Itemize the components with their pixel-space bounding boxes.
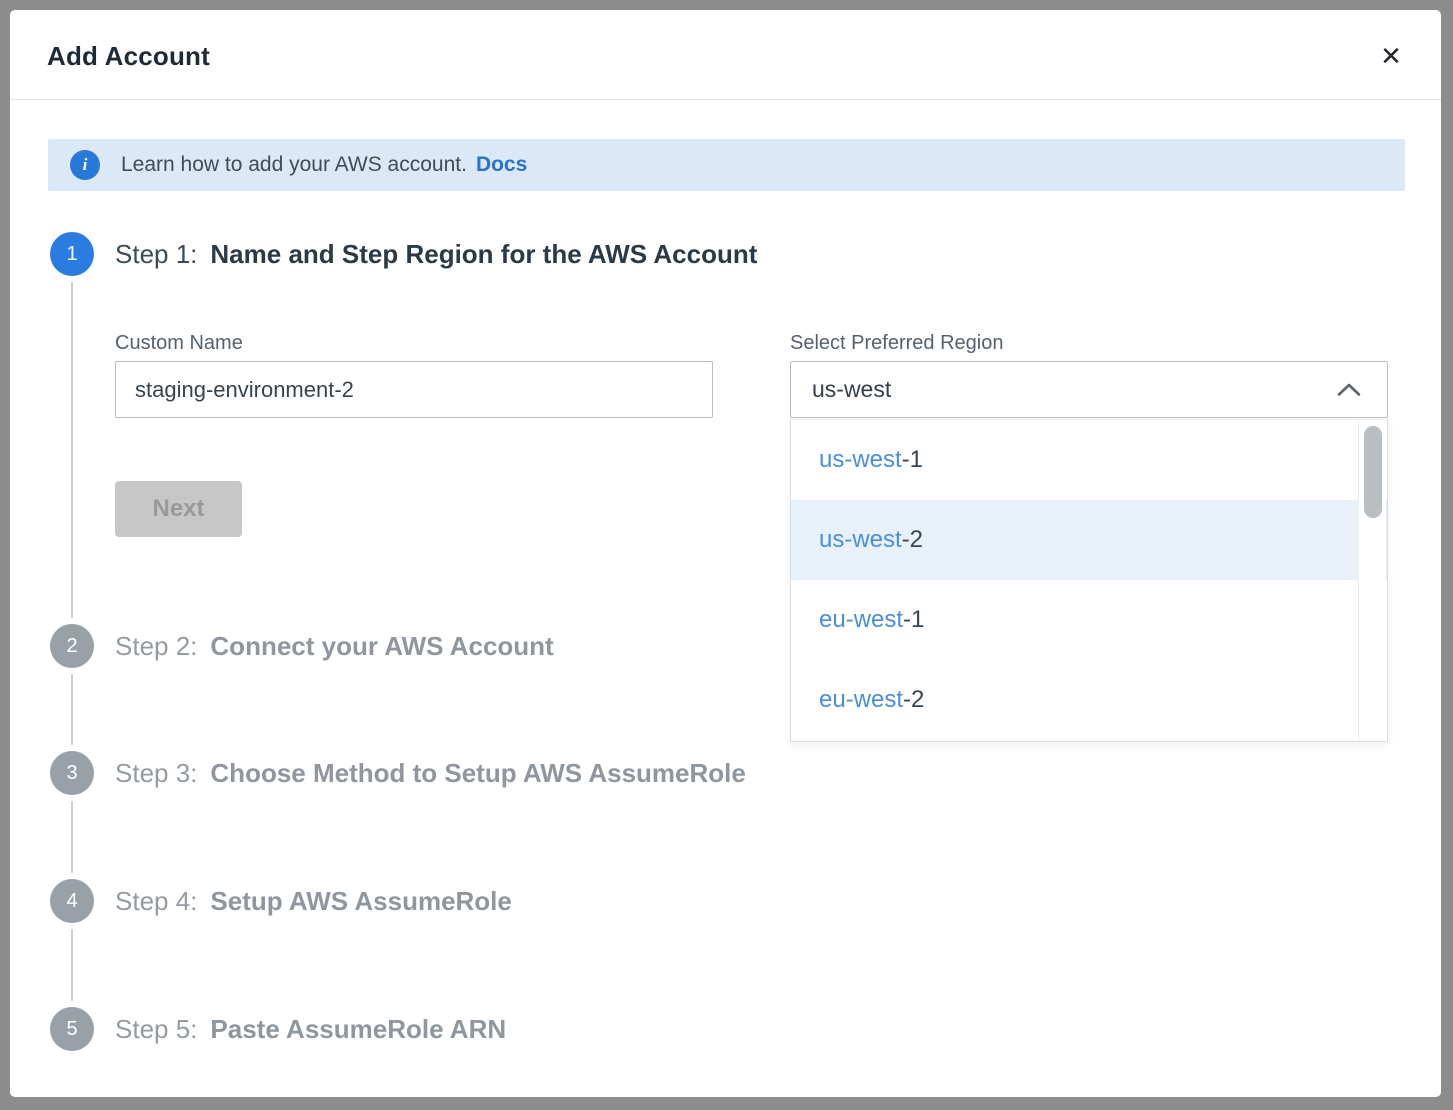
option-suffix-text: -1 (902, 446, 923, 474)
step-name: Connect your AWS Account (210, 631, 553, 661)
step-row-2: 2 Step 2: Connect your AWS Account (50, 624, 554, 668)
step-number-badge: 1 (50, 232, 94, 276)
region-label: Select Preferred Region (790, 332, 1003, 355)
step-row-5: 5 Step 5: Paste AssumeRole ARN (50, 1007, 506, 1051)
step-title: Step 3: Choose Method to Setup AWS Assume… (115, 758, 746, 789)
step-name: Choose Method to Setup AWS AssumeRole (210, 758, 745, 788)
modal-header: Add Account ✕ (10, 10, 1441, 100)
page-title: Add Account (47, 10, 210, 100)
custom-name-label: Custom Name (115, 332, 243, 355)
docs-link[interactable]: Docs (476, 153, 527, 177)
step-row-1: 1 Step 1: Name and Step Region for the AW… (50, 232, 757, 276)
add-account-modal: Add Account ✕ i Learn how to add your AW… (10, 10, 1441, 1097)
option-suffix-text: -2 (903, 686, 924, 714)
step-row-3: 3 Step 3: Choose Method to Setup AWS Assu… (50, 751, 746, 795)
step-name: Setup AWS AssumeRole (210, 886, 511, 916)
custom-name-input[interactable] (115, 361, 713, 418)
option-match-text: eu-west (819, 686, 903, 714)
step-row-4: 4 Step 4: Setup AWS AssumeRole (50, 879, 512, 923)
region-dropdown-panel: us-west-1 us-west-2 eu-west-1 eu-west-2 (790, 419, 1388, 742)
step-name: Paste AssumeRole ARN (210, 1014, 506, 1044)
step-number-badge: 4 (50, 879, 94, 923)
info-banner: i Learn how to add your AWS account. Doc… (48, 139, 1405, 191)
dropdown-option-us-west-1[interactable]: us-west-1 (791, 420, 1387, 500)
step-prefix: Step 1: (115, 239, 197, 269)
option-match-text: us-west (819, 526, 902, 554)
step-connector-line (71, 929, 73, 1001)
dropdown-option-us-west-2[interactable]: us-west-2 (791, 500, 1387, 580)
step-connector-line (71, 674, 73, 745)
option-match-text: eu-west (819, 606, 903, 634)
region-select[interactable]: us-west (790, 361, 1388, 418)
step-prefix: Step 3: (115, 758, 197, 788)
step-number-badge: 5 (50, 1007, 94, 1051)
dropdown-scrollbar-thumb[interactable] (1364, 426, 1382, 518)
step-prefix: Step 2: (115, 631, 197, 661)
dropdown-option-eu-west-1[interactable]: eu-west-1 (791, 580, 1387, 660)
step-title: Step 2: Connect your AWS Account (115, 631, 554, 662)
dropdown-scrollbar-track[interactable] (1358, 421, 1386, 740)
step-number-badge: 2 (50, 624, 94, 668)
step-title: Step 5: Paste AssumeRole ARN (115, 1014, 506, 1045)
banner-text: Learn how to add your AWS account. (121, 153, 467, 177)
next-button[interactable]: Next (115, 481, 242, 537)
info-icon: i (70, 150, 100, 180)
step-title: Step 4: Setup AWS AssumeRole (115, 886, 512, 917)
step-prefix: Step 4: (115, 886, 197, 916)
step-number-badge: 3 (50, 751, 94, 795)
region-select-value: us-west (812, 376, 1336, 403)
chevron-up-icon (1336, 382, 1362, 397)
option-suffix-text: -1 (903, 606, 924, 634)
dropdown-option-eu-west-2[interactable]: eu-west-2 (791, 660, 1387, 740)
step-connector-line (71, 801, 73, 873)
step-connector-line (71, 282, 73, 618)
step-prefix: Step 5: (115, 1014, 197, 1044)
option-suffix-text: -2 (902, 526, 923, 554)
option-match-text: us-west (819, 446, 902, 474)
step-title: Step 1: Name and Step Region for the AWS … (115, 239, 757, 270)
close-icon[interactable]: ✕ (1371, 36, 1411, 76)
step-name: Name and Step Region for the AWS Account (210, 239, 757, 269)
